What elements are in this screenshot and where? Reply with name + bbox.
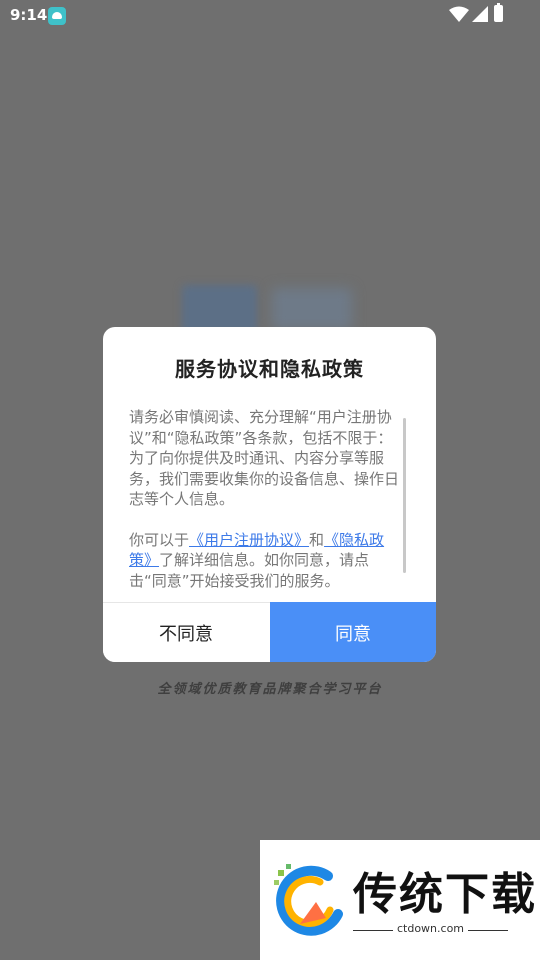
disagree-button[interactable]: 不同意	[103, 603, 269, 662]
wifi-icon	[449, 6, 469, 22]
watermark-url: ctdown.com	[396, 922, 465, 935]
text-prefix: 你可以于	[129, 530, 190, 549]
agree-button[interactable]: 同意	[270, 602, 436, 662]
signal-icon	[472, 6, 488, 22]
agreement-paragraph: 请务必审慎阅读、充分理解“用户注册协议”和“隐私政策”各条款，包括不限于：为了向…	[129, 408, 400, 508]
slogan-text: 全领域优质教育品牌聚合学习平台	[157, 682, 383, 697]
status-time: 9:14	[10, 6, 48, 24]
privacy-dialog: 服务协议和隐私政策 请务必审慎阅读、充分理解“用户注册协议”和“隐私政策”各条款…	[103, 327, 436, 662]
status-bar: 9:14	[0, 0, 540, 32]
app-notification-icon	[48, 7, 66, 25]
battery-icon	[494, 3, 503, 22]
divider	[468, 930, 508, 931]
ctdown-logo-icon	[274, 864, 343, 936]
background-blurred-block	[272, 288, 352, 330]
text-and: 和	[309, 530, 325, 549]
watermark: 传统下载 ctdown.com	[260, 840, 540, 960]
agreement-links-paragraph: 你可以于《用户注册协议》和《隐私政策》了解详细信息。如你同意，请点击“同意”开始…	[129, 530, 405, 592]
dialog-title: 服务协议和隐私政策	[175, 357, 364, 381]
dialog-buttons: 不同意 同意	[103, 602, 436, 662]
dialog-body: 请务必审慎阅读、充分理解“用户注册协议”和“隐私政策”各条款，包括不限于：为了向…	[129, 407, 405, 590]
dialog-scrollbar[interactable]	[403, 418, 406, 573]
watermark-title: 传统下载	[353, 869, 537, 920]
user-agreement-link[interactable]: 《用户注册协议》	[189, 531, 309, 549]
background-blurred-block	[182, 285, 257, 333]
text-suffix: 了解详细信息。如你同意，请点击“同意”开始接受我们的服务。	[129, 551, 370, 590]
